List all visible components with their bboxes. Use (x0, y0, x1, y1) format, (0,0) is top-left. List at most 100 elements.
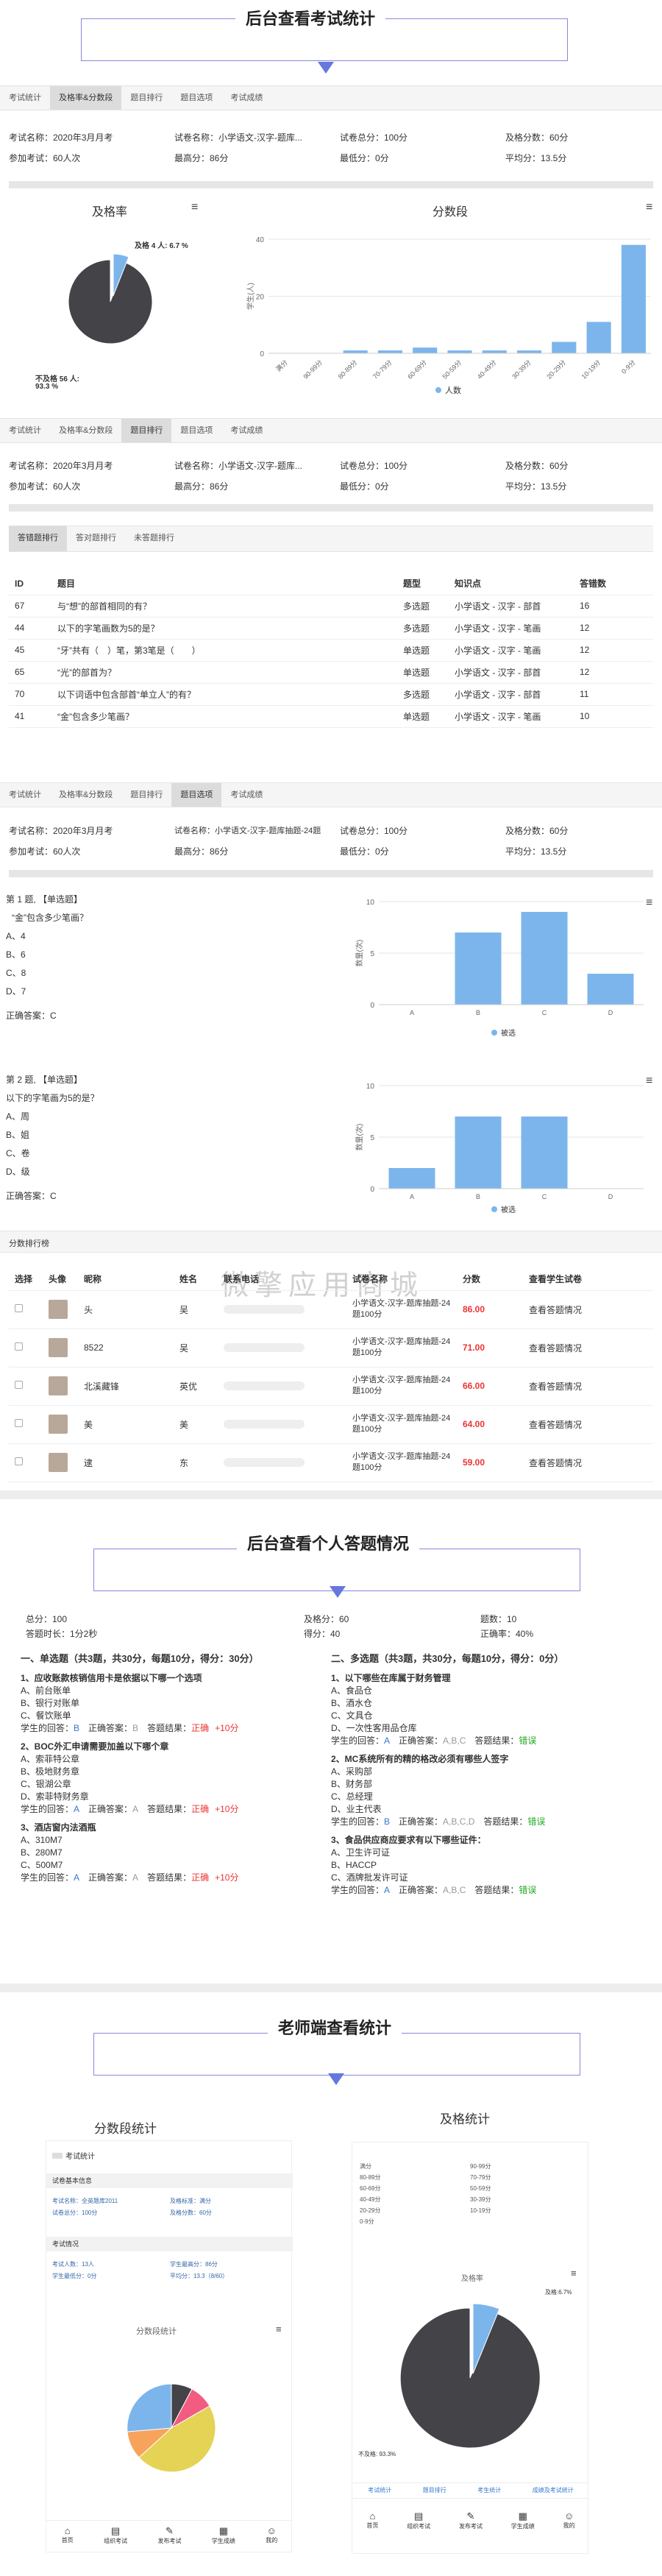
phone-blurred (224, 1458, 305, 1467)
bar (455, 933, 502, 1005)
cell-name: 美 (174, 1405, 218, 1444)
tab-question-options[interactable]: 题目选项 (171, 419, 221, 442)
view-answer-link[interactable]: 查看答题情况 (523, 1328, 653, 1367)
tab-question-rank[interactable]: 题目排行 (121, 419, 172, 442)
tab-question-rank[interactable]: 题目排行 (121, 86, 171, 110)
student-answer: A (74, 1872, 80, 1883)
subtab-wrong-rank[interactable]: 答错题排行 (9, 526, 67, 551)
avatar (49, 1338, 68, 1357)
bar (455, 1117, 502, 1189)
bin-item: 60-69分 (360, 2185, 381, 2192)
subtab-unanswered-rank[interactable]: 未答题排行 (125, 526, 183, 551)
min-score: 最低分：0分 (340, 846, 389, 857)
cell-knowledge: 小学语文 - 汉字 - 部首 (449, 661, 574, 684)
x-tick-label: B (476, 1193, 480, 1200)
tab-pass-rate[interactable]: 及格率&分数段 (50, 419, 121, 442)
phone-right-menu-icon[interactable]: ≡ (571, 2268, 577, 2279)
nav-me[interactable]: ☺ 我的 (563, 2510, 575, 2543)
x-tick-label: 30-39分 (510, 358, 533, 381)
correct-answer: A (132, 1872, 139, 1883)
student-answer: A (74, 1804, 80, 1814)
x-tick-label: C (542, 1193, 547, 1200)
label-result: 答题结果： (147, 1723, 192, 1733)
tab-exam-scores[interactable]: 考试成绩 (221, 86, 271, 110)
nav-me[interactable]: ☺ 我的 (266, 2525, 277, 2552)
tab-exam-stats[interactable]: 考试统计 (0, 783, 50, 807)
phone-tab-stats[interactable]: 考试统计 (368, 2483, 391, 2498)
label-correct: 正确答案： (88, 1804, 133, 1814)
row-checkbox[interactable] (15, 1381, 23, 1389)
section3-title: 老师端查看统计 (268, 2015, 402, 2039)
nav-publish[interactable]: ✎ 发布考试 (459, 2510, 483, 2543)
tab-pass-rate[interactable]: 及格率&分数段 (50, 86, 122, 110)
x-tick-label: A (410, 1193, 414, 1200)
personal-summary: 总分：100 及格分：60 题数：10 答题时长：1分2秒 得分：40 正确率：40% (26, 1612, 629, 1641)
phone-right-tabs: 考试统计 题目排行 考生统计 成绩及考试统计 (352, 2483, 589, 2499)
row-checkbox[interactable] (15, 1419, 23, 1427)
cell-phone (218, 1443, 346, 1482)
tab-question-rank[interactable]: 题目排行 (121, 783, 171, 807)
score-distribution-chart: 40 20 0 满分 90-99分 80-89分 70-79分 60-69分 50-59分 40-… (246, 236, 651, 381)
question-option: C、餐饮账单 (21, 1710, 71, 1721)
tab-exam-scores[interactable]: 考试成绩 (221, 419, 271, 442)
question-option: C、文具仓 (331, 1710, 373, 1721)
publish-icon: ✎ (166, 2525, 174, 2536)
y-tick-label: 10 (366, 1083, 375, 1091)
cell-id: 45 (9, 639, 51, 662)
table-row: 41 “金”包含多少笔画？ 单选题 小学语文 - 汉字 - 笔画 10 (9, 705, 653, 728)
view-answer-link[interactable]: 查看答题情况 (523, 1405, 653, 1444)
scores-icon: ▦ (218, 2525, 228, 2536)
cell-score: 64.00 (457, 1405, 523, 1444)
phone-blurred (224, 1305, 305, 1314)
phone-tab-rank[interactable]: 题目排行 (423, 2483, 446, 2498)
question-option: C、银湖公章 (21, 1779, 71, 1789)
row-checkbox[interactable] (15, 1457, 23, 1465)
avatar (49, 1376, 68, 1395)
q1-text: “金”包含多少笔画？ (12, 913, 88, 923)
cell-nickname: 逮 (78, 1443, 174, 1482)
summary-score: 得分：40 (304, 1629, 341, 1639)
col-score: 分数 (457, 1268, 523, 1291)
cell-wrong-count: 12 (574, 661, 653, 684)
tab-pass-rate[interactable]: 及格率&分数段 (50, 783, 121, 807)
nav-organize[interactable]: ▤ 组织考试 (104, 2525, 127, 2552)
nav-home[interactable]: ⌂ 首页 (62, 2525, 74, 2552)
cell-paper: 小学语文-汉字-题库抽题-24题100分 (346, 1290, 457, 1329)
view-answer-link[interactable]: 查看答题情况 (523, 1290, 653, 1329)
phone-left-box2: 考试情况 (46, 2237, 293, 2251)
table-row: 44 以下的字笔画数为5的是？ 多选题 小学语文 - 汉字 - 笔画 12 (9, 617, 653, 640)
table-row: 65 “光”的部首为？ 单选题 小学语文 - 汉字 - 部首 12 (9, 661, 653, 684)
subtab-right-rank[interactable]: 答对题排行 (67, 526, 125, 551)
y-axis-label: 数量(次) (355, 1124, 364, 1151)
nav-scores[interactable]: ▦ 学生成绩 (511, 2510, 535, 2543)
view-answer-link[interactable]: 查看答题情况 (523, 1443, 653, 1482)
answer-points: +10分 (215, 1804, 239, 1814)
phone-tab-students[interactable]: 考生统计 (477, 2483, 501, 2498)
min-score: 最低分：0分 (340, 153, 389, 163)
pass-rate-pie (68, 253, 153, 344)
phone-left-menu-icon[interactable]: ≡ (276, 2324, 282, 2335)
tab-exam-stats[interactable]: 考试统计 (0, 419, 50, 442)
nav-home[interactable]: ⌂ 首页 (366, 2510, 378, 2543)
row-checkbox[interactable] (15, 1304, 23, 1312)
tab-exam-scores[interactable]: 考试成绩 (221, 783, 271, 807)
min-score: 最低分：0分 (340, 481, 389, 492)
pass-chart-menu-icon[interactable]: ≡ (191, 201, 198, 214)
phone-tab-scores[interactable]: 成绩及考试统计 (533, 2483, 574, 2498)
x-tick-label: 70-79分 (371, 358, 394, 381)
tab-exam-stats[interactable]: 考试统计 (0, 86, 50, 110)
tab-question-options[interactable]: 题目选项 (171, 783, 222, 807)
nav-me-label: 我的 (563, 2522, 575, 2529)
nav-publish[interactable]: ✎ 发布考试 (157, 2525, 181, 2552)
view-answer-link[interactable]: 查看答题情况 (523, 1367, 653, 1406)
nav-organize[interactable]: ▤ 组织考试 (407, 2510, 430, 2543)
score-chart-menu-icon[interactable]: ≡ (646, 201, 652, 214)
nav-scores[interactable]: ▦ 学生成绩 (212, 2525, 235, 2552)
publish-icon: ✎ (466, 2510, 475, 2522)
pass-chart-title: 及格率 (92, 206, 128, 219)
exam-info-b: 考试名称：2020年3月月考 试卷名称：小学语文-汉字-题库... 试卷总分：100… (0, 456, 662, 497)
tab-question-options[interactable]: 题目选项 (171, 86, 221, 110)
row-checkbox[interactable] (15, 1342, 23, 1351)
pie-label-fail-1: 不及格 56 人: (35, 375, 80, 383)
x-tick-label: D (608, 1193, 613, 1200)
